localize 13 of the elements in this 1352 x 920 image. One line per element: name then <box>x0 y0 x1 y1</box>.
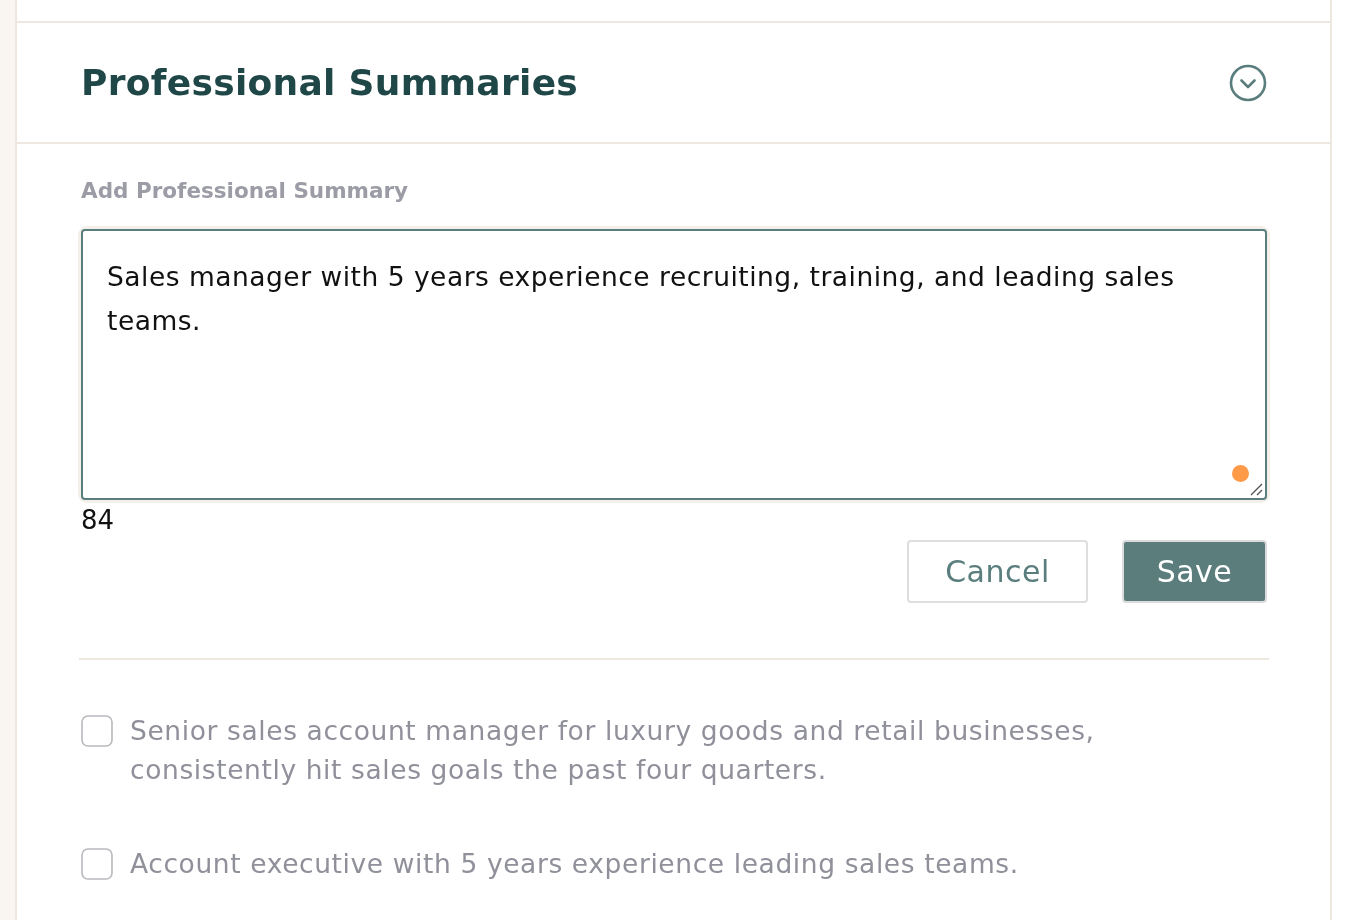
checkbox[interactable] <box>81 848 113 880</box>
status-dot-icon <box>1232 465 1249 482</box>
section-title: Professional Summaries <box>81 62 579 103</box>
cancel-button[interactable]: Cancel <box>907 540 1088 603</box>
resize-handle-icon[interactable] <box>1249 482 1263 496</box>
checkbox[interactable] <box>81 715 113 747</box>
field-label: Add Professional Summary <box>81 178 410 203</box>
summary-option-text: Account executive with 5 years experience leading sales teams. <box>130 847 1019 881</box>
summary-option-text: Senior sales account manager for luxury goods and retail businesses, consistently hit sales goals the past four quarters. <box>130 714 1096 787</box>
summary-text-area[interactable]: Sales manager with 5 years experience recruiting, training, and leading sales teams. <box>81 229 1267 500</box>
character-count: 84 <box>81 504 116 536</box>
chevron-circle-icon[interactable] <box>1229 63 1267 102</box>
save-button[interactable]: Save <box>1122 540 1267 603</box>
